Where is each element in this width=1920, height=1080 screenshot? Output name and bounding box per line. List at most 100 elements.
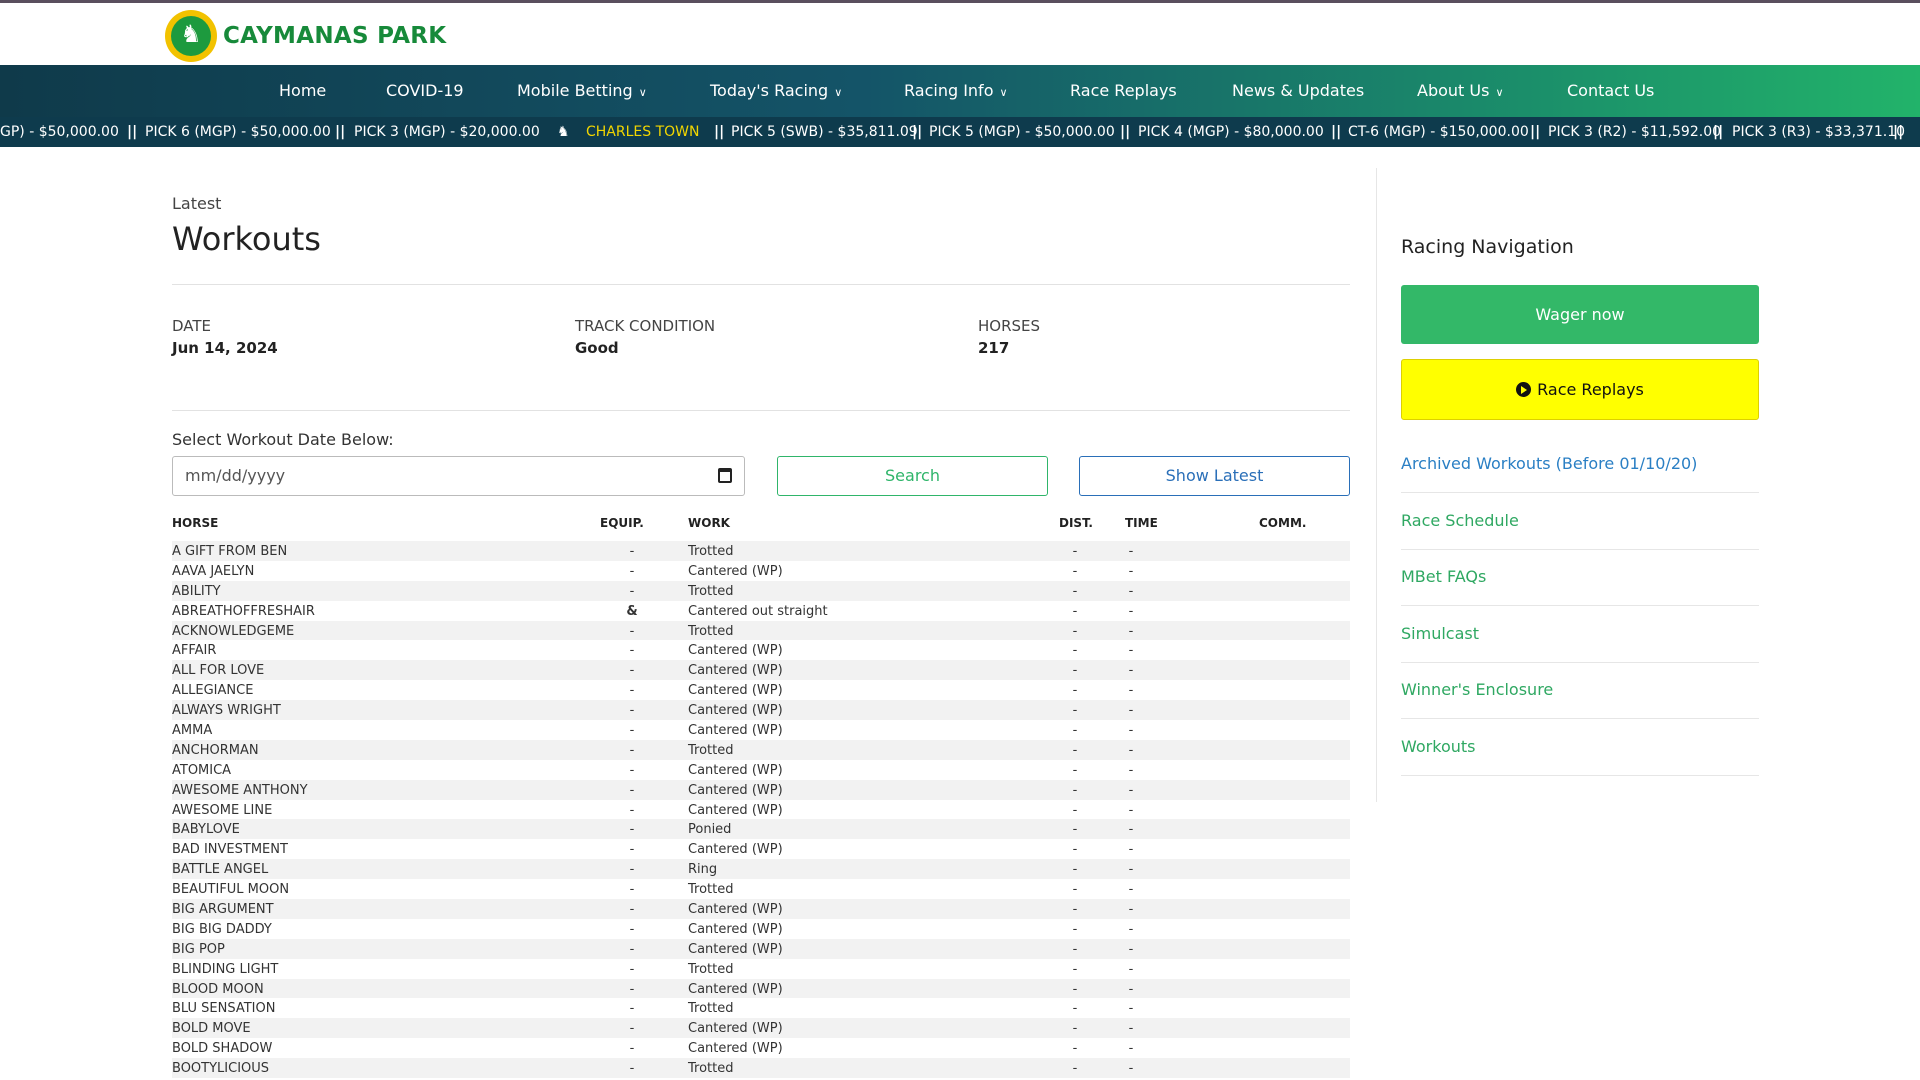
table-row: BLU SENSATION - Trotted - - [172, 998, 1350, 1018]
ticker-item: CHARLES TOWN [586, 124, 700, 140]
table-row: BOOTYLICIOUS - Trotted - - [172, 1058, 1350, 1079]
wager-now-button[interactable]: Wager now [1401, 285, 1759, 344]
nav-item-covid-19[interactable]: COVID-19 [386, 65, 464, 117]
nav-item-about-us[interactable]: About Us ∨ [1417, 65, 1504, 117]
track-condition-value: Good [575, 339, 619, 357]
chevron-down-icon: ∨ [834, 86, 843, 99]
table-row: AFFAIR - Cantered (WP) - - [172, 640, 1350, 660]
equipment: - [629, 822, 635, 838]
work-time: - [1128, 902, 1134, 918]
table-row: BOLD MOVE - Cantered (WP) - - [172, 1018, 1350, 1039]
nav-item-label: Contact Us [1567, 81, 1655, 100]
distance: - [1072, 544, 1078, 559]
distance: - [1072, 643, 1078, 659]
sidebar-link-label: Race Schedule [1401, 511, 1519, 530]
work-type: Cantered (WP) [688, 842, 783, 858]
race-replays-label: Race Replays [1537, 380, 1644, 399]
nav-item-race-replays[interactable]: Race Replays [1070, 65, 1177, 117]
horse-name: BOLD MOVE [172, 1021, 251, 1037]
horse-name: BLU SENSATION [172, 1001, 276, 1017]
work-time: - [1128, 683, 1134, 699]
nav-item-racing-info[interactable]: Racing Info ∨ [904, 65, 1008, 117]
horses-count: 217 [978, 339, 1010, 357]
page-title: Workouts [172, 220, 321, 258]
work-type: Cantered (WP) [688, 683, 783, 699]
work-type: Cantered out straight [688, 603, 828, 619]
sidebar-link-archived-workouts-before-01-10-20[interactable]: Archived Workouts (Before 01/10/20) [1401, 437, 1759, 493]
nav-item-home[interactable]: Home [279, 65, 326, 117]
work-type: Trotted [688, 583, 734, 599]
nav-item-mobile-betting[interactable]: Mobile Betting ∨ [517, 65, 647, 117]
search-button[interactable]: Search [777, 456, 1048, 496]
work-type: Cantered (WP) [688, 1021, 783, 1037]
sidebar-link-winner-s-enclosure[interactable]: Winner's Enclosure [1401, 663, 1759, 719]
ticker-item: PICK 6 (MGP) - $50,000.00 [145, 124, 331, 140]
header-comm: COMM. [1259, 516, 1307, 530]
work-type: Cantered (WP) [688, 802, 783, 818]
equipment: - [629, 663, 635, 679]
header-equip: EQUIP. [600, 516, 644, 530]
sidebar-link-label: MBet FAQs [1401, 567, 1487, 586]
site-logo[interactable]: ♞ CAYMANAS PARK [165, 10, 446, 62]
race-replays-button[interactable]: Race Replays [1401, 359, 1759, 420]
horse-name: AMMA [172, 723, 213, 739]
work-type: Ring [688, 862, 718, 878]
distance: - [1072, 1041, 1078, 1057]
horses-label: HORSES [978, 317, 1041, 335]
distance: - [1072, 603, 1078, 619]
sidebar-link-label: Simulcast [1401, 624, 1479, 643]
horse-name: A GIFT FROM BEN [172, 544, 288, 559]
ticker-separator: || [127, 124, 138, 140]
table-row: ATOMICA - Cantered (WP) - - [172, 760, 1350, 780]
nav-item-label: Today's Racing [710, 81, 829, 100]
horse-name: ABREATHOFFRESHAIR [172, 603, 315, 619]
horse-name: BIG ARGUMENT [172, 902, 274, 918]
table-row: ALLEGIANCE - Cantered (WP) - - [172, 680, 1350, 700]
work-type: Cantered (WP) [688, 762, 783, 778]
distance: - [1072, 1001, 1078, 1017]
sidebar-link-label: Workouts [1401, 737, 1476, 756]
workout-date-input[interactable]: mm/dd/yyyy [172, 456, 745, 496]
equipment: - [629, 623, 635, 639]
sidebar-link-race-schedule[interactable]: Race Schedule [1401, 494, 1759, 550]
table-row: BATTLE ANGEL - Ring - - [172, 859, 1350, 880]
calendar-icon[interactable] [718, 468, 732, 483]
ticker-separator: || [1331, 124, 1342, 140]
ticker-item: PICK 4 (MGP) - $80,000.00 [1138, 124, 1324, 140]
work-type: Cantered (WP) [688, 563, 783, 579]
sidebar-link-workouts[interactable]: Workouts [1401, 720, 1759, 776]
distance: - [1072, 941, 1078, 957]
sidebar-link-label: Winner's Enclosure [1401, 680, 1554, 699]
nav-item-contact-us[interactable]: Contact Us [1567, 65, 1654, 117]
nav-item-news-updates[interactable]: News & Updates [1232, 65, 1364, 117]
horse-name: ACKNOWLEDGEME [172, 623, 295, 639]
table-row: ACKNOWLEDGEME - Trotted - - [172, 620, 1350, 641]
table-row: BIG BIG DADDY - Cantered (WP) - - [172, 919, 1350, 939]
ticker-separator: || [335, 124, 346, 140]
ticker-separator: || [1893, 124, 1904, 140]
play-circle-icon [1516, 382, 1532, 397]
caymanas-horse-logo-icon: ♞ [165, 10, 217, 62]
ticker-separator: || [1120, 124, 1131, 140]
sidebar-link-simulcast[interactable]: Simulcast [1401, 607, 1759, 663]
table-row: ABREATHOFFRESHAIR & Cantered out straight -… [172, 601, 1350, 621]
horse-name: BABYLOVE [172, 822, 240, 838]
distance: - [1072, 921, 1078, 937]
work-time: - [1128, 742, 1134, 758]
equipment: - [629, 981, 635, 997]
distance: - [1072, 583, 1078, 599]
table-row: ALWAYS WRIGHT - Cantered (WP) - - [172, 700, 1350, 721]
table-row: AAVA JAELYN - Cantered (WP) - - [172, 561, 1350, 581]
sidebar-link-mbet-faqs[interactable]: MBet FAQs [1401, 550, 1759, 606]
nav-item-today-s-racing[interactable]: Today's Racing ∨ [710, 65, 842, 117]
work-type: Trotted [688, 1001, 734, 1017]
distance: - [1072, 663, 1078, 679]
work-type: Cantered (WP) [688, 782, 783, 798]
distance: - [1072, 563, 1078, 579]
site-header: ♞ CAYMANAS PARK [0, 3, 1920, 65]
table-row: BLINDING LIGHT - Trotted - - [172, 959, 1350, 979]
show-latest-button[interactable]: Show Latest [1079, 456, 1350, 496]
work-type: Cantered (WP) [688, 723, 783, 739]
equipment: - [629, 961, 635, 977]
distance: - [1072, 1021, 1078, 1037]
